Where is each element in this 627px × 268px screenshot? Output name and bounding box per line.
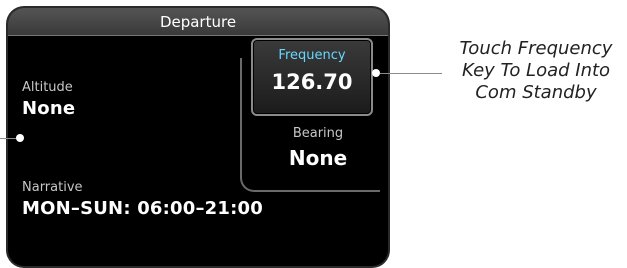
left-callout-dot: [16, 134, 24, 142]
callout-line-1: Touch Frequency: [459, 38, 613, 59]
frequency-callout-dot: [372, 69, 380, 77]
altitude-label: Altitude: [22, 80, 73, 95]
frequency-value: 126.70: [271, 70, 353, 94]
altitude-value: None: [22, 98, 76, 119]
frequency-key[interactable]: Frequency 126.70: [251, 38, 373, 116]
narrative-value: MON–SUN: 06:00–21:00: [22, 198, 263, 219]
window-title: Departure: [8, 8, 388, 36]
frequency-callout-line: [380, 73, 442, 74]
frequency-callout-text: Touch Frequency Key To Load Into Com Sta…: [446, 38, 626, 104]
callout-line-2: Key To Load Into: [461, 60, 611, 81]
bearing-label: Bearing: [292, 126, 344, 141]
frequency-label: Frequency: [278, 48, 346, 63]
callout-line-3: Com Standby: [475, 82, 597, 103]
bearing-value: None: [288, 146, 348, 170]
narrative-label: Narrative: [22, 180, 83, 195]
departure-window: Departure Altitude None Narrative MON–SU…: [8, 8, 388, 266]
